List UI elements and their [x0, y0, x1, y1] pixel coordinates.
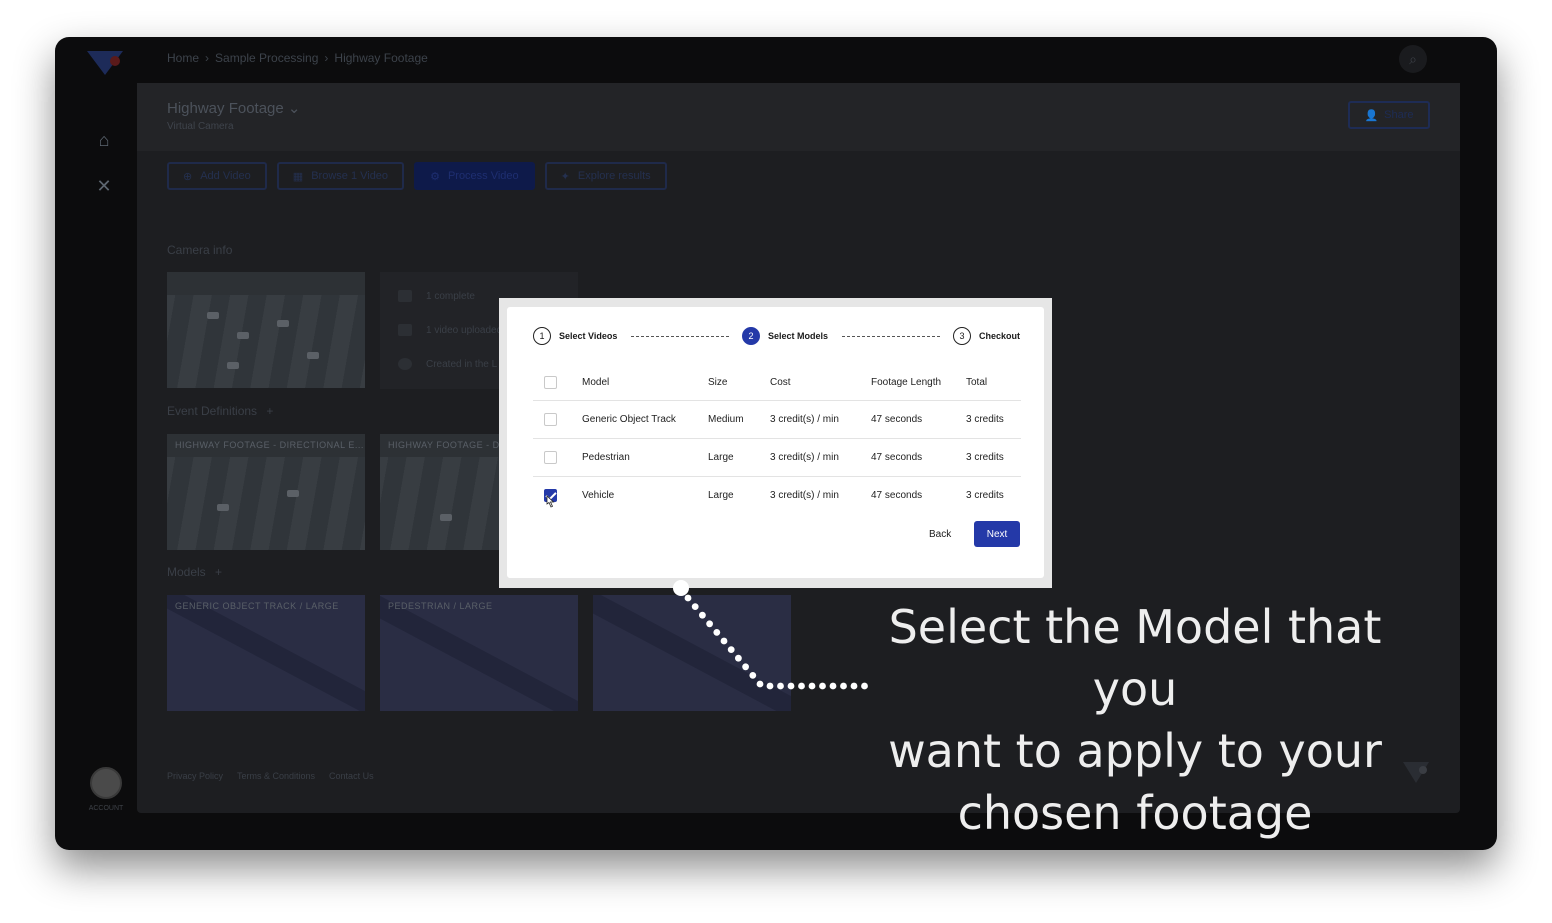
callout-dot: [819, 682, 826, 690]
callout-line: want to apply to your: [888, 724, 1382, 778]
callout-dot: [691, 603, 699, 610]
callout-line: chosen footage: [957, 786, 1313, 840]
callout-dot: [713, 629, 721, 636]
callout-dot: [735, 654, 742, 662]
callout-text: Select the Model that you want to apply …: [850, 596, 1420, 844]
callout-dot: [684, 594, 692, 602]
callout-line: Select the Model that you: [888, 600, 1382, 716]
callout-dot: [756, 680, 764, 688]
callout-dot: [699, 611, 706, 619]
callout-dot: [808, 682, 816, 690]
callout-dot: [840, 682, 847, 690]
callout-dot: [706, 620, 713, 628]
callout-dot: [749, 672, 757, 679]
callout-dot: [727, 646, 735, 653]
callout-dot: [777, 682, 784, 690]
callout-dot: [766, 682, 774, 690]
callout-dot: [787, 682, 795, 690]
callout-dot: [720, 637, 728, 645]
callout-dot: [742, 663, 749, 671]
callout-dot: [798, 682, 805, 690]
callout-dot: [829, 682, 837, 690]
callout-anchor-dot: [673, 580, 689, 596]
